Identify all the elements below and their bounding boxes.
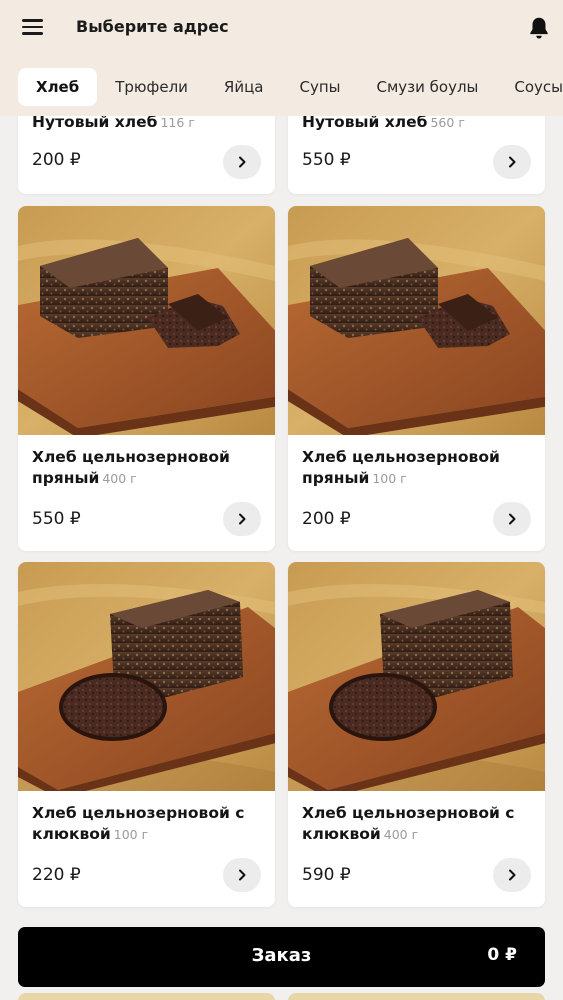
bell-icon[interactable] — [526, 15, 552, 41]
product-price: 550 ₽ — [32, 509, 81, 529]
chevron-right-icon — [509, 513, 516, 525]
product-card-peek — [288, 993, 545, 1000]
product-price: 550 ₽ — [302, 150, 351, 170]
add-to-cart-button[interactable] — [223, 858, 261, 892]
product-grid: Нутовый хлеб 116 г 200 ₽ Нутовый хлеб 560 … — [0, 116, 563, 1000]
add-to-cart-button[interactable] — [223, 145, 261, 179]
tab-truffles[interactable]: Трюфели — [97, 68, 206, 106]
add-to-cart-button[interactable] — [223, 502, 261, 536]
add-to-cart-button[interactable] — [493, 858, 531, 892]
tab-eggs[interactable]: Яйца — [206, 68, 282, 106]
product-price: 220 ₽ — [32, 865, 81, 885]
product-price: 200 ₽ — [302, 509, 351, 529]
chevron-right-icon — [509, 156, 516, 168]
tab-smoothie-bowls[interactable]: Смузи боулы — [359, 68, 497, 106]
product-price: 590 ₽ — [302, 865, 351, 885]
tab-soups[interactable]: Супы — [281, 68, 358, 106]
product-card[interactable]: Нутовый хлеб 560 г 550 ₽ — [288, 116, 545, 194]
order-total: 0 ₽ — [487, 945, 517, 965]
product-weight: 560 г — [430, 116, 465, 130]
chevron-right-icon — [239, 513, 246, 525]
chevron-right-icon — [509, 869, 516, 881]
product-card[interactable]: Нутовый хлеб 116 г 200 ₽ — [18, 116, 275, 194]
product-name: Нутовый хлеб — [302, 116, 428, 131]
address-selector[interactable]: Выберите адрес — [76, 17, 229, 36]
product-card-peek — [18, 993, 275, 1000]
category-tabs: Хлеб Трюфели Яйца Супы Смузи боулы Соусы — [0, 67, 563, 107]
chevron-right-icon — [239, 156, 246, 168]
product-weight: 400 г — [102, 471, 137, 486]
product-image — [18, 206, 275, 435]
product-card[interactable]: Хлеб цельнозерновой с клюквой 100 г 220 ₽ — [18, 562, 275, 907]
product-image — [288, 562, 545, 791]
product-image — [18, 562, 275, 791]
product-image — [288, 206, 545, 435]
hamburger-menu-icon[interactable] — [22, 17, 46, 37]
add-to-cart-button[interactable] — [493, 145, 531, 179]
product-weight: 400 г — [383, 827, 419, 842]
product-card[interactable]: Хлеб цельнозерновой пряный 400 г 550 ₽ — [18, 206, 275, 551]
order-label: Заказ — [251, 945, 312, 966]
order-button[interactable]: Заказ 0 ₽ — [18, 927, 545, 987]
chevron-right-icon — [239, 869, 246, 881]
product-weight: 116 г — [160, 116, 195, 130]
product-weight: 100 г — [372, 471, 407, 486]
app-header: Выберите адрес Хлеб Трюфели Яйца Супы См… — [0, 0, 563, 116]
tab-sauces[interactable]: Соусы — [496, 68, 563, 106]
product-price: 200 ₽ — [32, 150, 81, 170]
tab-bread[interactable]: Хлеб — [18, 68, 98, 106]
product-card[interactable]: Хлеб цельнозерновой пряный 100 г 200 ₽ — [288, 206, 545, 551]
product-weight: 100 г — [113, 827, 149, 842]
add-to-cart-button[interactable] — [493, 502, 531, 536]
product-card[interactable]: Хлеб цельнозерновой с клюквой 400 г 590 ₽ — [288, 562, 545, 907]
product-name: Нутовый хлеб — [32, 116, 158, 131]
